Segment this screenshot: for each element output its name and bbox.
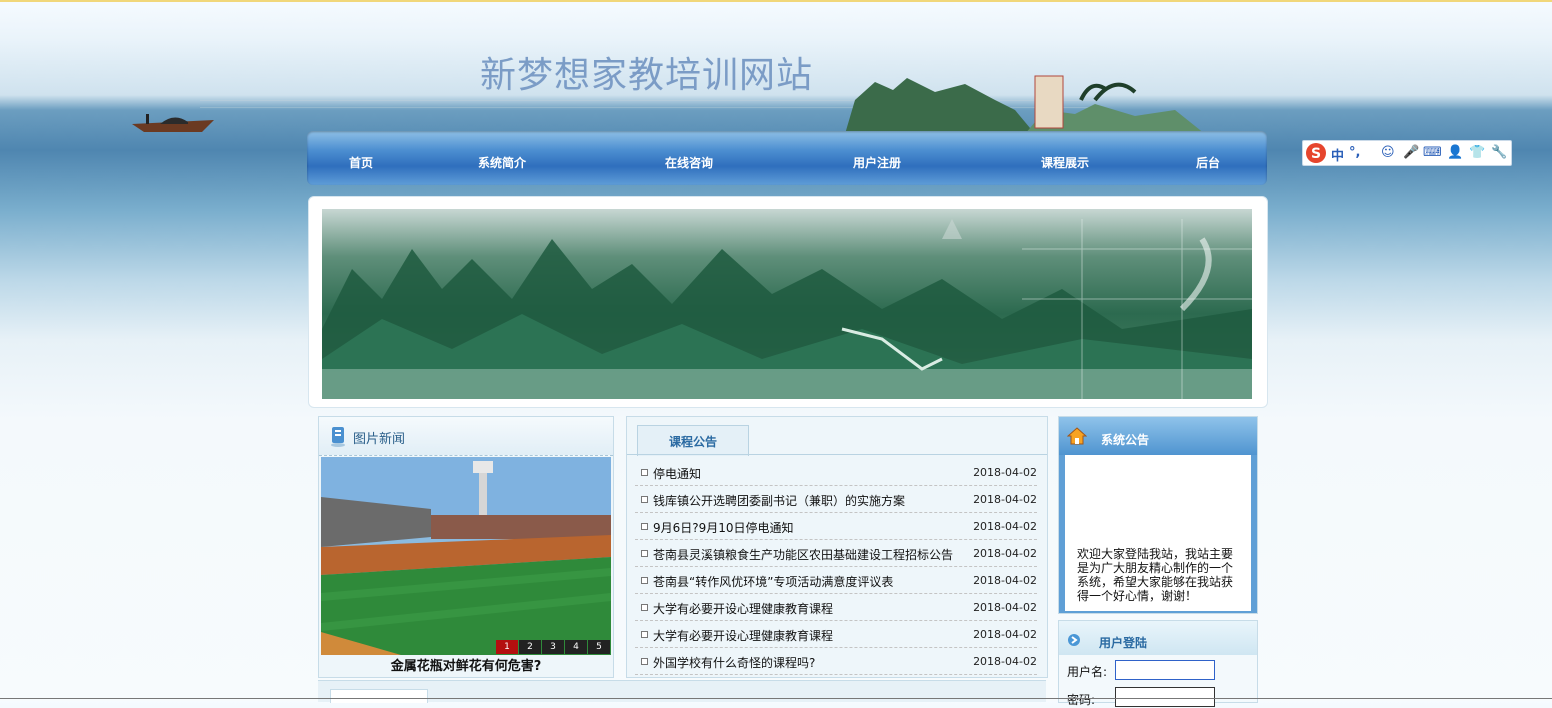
photo-pager-item[interactable]: 5 bbox=[588, 640, 610, 654]
photo-news-header: 图片新闻 bbox=[319, 417, 613, 456]
boat-illustration bbox=[132, 114, 214, 132]
news-date: 2018-04-02 bbox=[973, 655, 1037, 668]
news-title[interactable]: 大学有必要开设心理健康教育课程 bbox=[653, 627, 833, 644]
site-title: 新梦想家教培训网站 bbox=[480, 55, 814, 96]
user-icon[interactable]: 👤 bbox=[1447, 145, 1463, 160]
news-title[interactable]: 钱库镇公开选聘团委副书记（兼职）的实施方案 bbox=[653, 492, 905, 509]
ime-mode[interactable]: 中 bbox=[1331, 145, 1344, 164]
system-notice-header: 系统公告 bbox=[1059, 417, 1257, 455]
password-input[interactable] bbox=[1115, 687, 1215, 707]
news-title[interactable]: 停电通知 bbox=[653, 465, 701, 482]
news-date: 2018-04-02 bbox=[973, 601, 1037, 614]
login-panel: 用户登陆 用户名: 密码: bbox=[1058, 620, 1258, 707]
nav-user-register[interactable]: 用户注册 bbox=[853, 154, 901, 171]
login-title: 用户登陆 bbox=[1099, 636, 1148, 650]
wrench-icon[interactable]: 🔧 bbox=[1491, 145, 1507, 160]
list-item[interactable]: 钱库镇公开选聘团委副书记（兼职）的实施方案 2018-04-02 bbox=[635, 486, 1037, 513]
news-title[interactable]: 苍南县“转作风优环境”专项活动满意度评议表 bbox=[653, 573, 893, 590]
news-title[interactable]: 大学有必要开设心理健康教育课程 bbox=[653, 600, 833, 617]
bottom-divider bbox=[0, 698, 1552, 699]
news-date: 2018-04-02 bbox=[973, 466, 1037, 479]
nav-home[interactable]: 首页 bbox=[349, 154, 373, 171]
system-notice-panel: 系统公告 欢迎大家登陆我站，我站主要是为广大朋友精心制作的一个系统，希望大家能够… bbox=[1058, 416, 1258, 614]
mic-icon[interactable]: 🎤 bbox=[1403, 145, 1419, 160]
photo-pager-item[interactable]: 2 bbox=[519, 640, 541, 654]
svg-text:S: S bbox=[1311, 146, 1321, 162]
news-date: 2018-04-02 bbox=[973, 574, 1037, 587]
tab-course-notice[interactable]: 课程公告 bbox=[637, 425, 749, 456]
news-date: 2018-04-02 bbox=[973, 493, 1037, 506]
bullet-icon bbox=[641, 577, 648, 584]
main-nav: 首页 系统简介 在线咨询 用户注册 课程展示 后台 bbox=[307, 131, 1267, 185]
photo-news-image[interactable]: 1 2 3 4 5 bbox=[321, 457, 611, 655]
photo-news-title: 图片新闻 bbox=[353, 432, 406, 447]
home-icon bbox=[1067, 427, 1087, 445]
login-header: 用户登陆 bbox=[1059, 621, 1257, 655]
photo-caption[interactable]: 金属花瓶对鲜花有何危害? bbox=[319, 655, 613, 674]
news-date: 2018-04-02 bbox=[973, 547, 1037, 560]
photo-pager: 1 2 3 4 5 bbox=[495, 640, 610, 654]
news-icon bbox=[331, 427, 345, 447]
system-notice-body: 欢迎大家登陆我站，我站主要是为广大朋友精心制作的一个系统，希望大家能够在我站获得… bbox=[1065, 455, 1251, 611]
list-item[interactable]: 9月6日?9月10日停电通知 2018-04-02 bbox=[635, 513, 1037, 540]
banner-image bbox=[322, 209, 1252, 399]
username-input[interactable] bbox=[1115, 660, 1215, 680]
list-item[interactable]: 停电通知 2018-04-02 bbox=[635, 459, 1037, 486]
shirt-icon[interactable]: 👕 bbox=[1469, 145, 1485, 160]
list-item[interactable]: 苍南县“转作风优环境”专项活动满意度评议表 2018-04-02 bbox=[635, 567, 1037, 594]
tab-divider bbox=[627, 454, 1047, 455]
ime-toolbar[interactable]: S 中 °, ☺ 🎤 ⌨ 👤 👕 🔧 bbox=[1302, 140, 1512, 166]
username-label: 用户名: bbox=[1067, 665, 1108, 679]
course-notice-list: 停电通知 2018-04-02 钱库镇公开选聘团委副书记（兼职）的实施方案 2018… bbox=[635, 459, 1037, 675]
news-date: 2018-04-02 bbox=[973, 520, 1037, 533]
smiley-icon[interactable]: ☺ bbox=[1381, 145, 1395, 160]
news-title[interactable]: 9月6日?9月10日停电通知 bbox=[653, 519, 794, 536]
list-item[interactable]: 大学有必要开设心理健康教育课程 2018-04-02 bbox=[635, 594, 1037, 621]
nav-admin[interactable]: 后台 bbox=[1196, 154, 1220, 171]
bullet-icon bbox=[641, 604, 648, 611]
system-notice-title: 系统公告 bbox=[1101, 433, 1150, 447]
sogou-logo-icon[interactable]: S bbox=[1305, 142, 1327, 164]
list-item[interactable]: 外国学校有什么奇怪的课程吗? 2018-04-02 bbox=[635, 648, 1037, 675]
arrow-circle-icon bbox=[1068, 634, 1080, 646]
system-notice-text: 欢迎大家登陆我站，我站主要是为广大朋友精心制作的一个系统，希望大家能够在我站获得… bbox=[1077, 547, 1234, 603]
photo-pager-item[interactable]: 4 bbox=[565, 640, 587, 654]
list-item[interactable]: 苍南县灵溪镇粮食生产功能区农田基础建设工程招标公告 2018-04-02 bbox=[635, 540, 1037, 567]
nav-course-display[interactable]: 课程展示 bbox=[1041, 154, 1089, 171]
photo-news-panel: 图片新闻 1 2 3 4 5 金属花瓶对鲜花有何危害? bbox=[318, 416, 614, 678]
nav-online-consult[interactable]: 在线咨询 bbox=[665, 154, 713, 171]
bullet-icon bbox=[641, 469, 648, 476]
news-date: 2018-04-02 bbox=[973, 628, 1037, 641]
islands-scenery bbox=[845, 75, 1205, 134]
ime-punct[interactable]: °, bbox=[1349, 145, 1360, 160]
news-title[interactable]: 外国学校有什么奇怪的课程吗? bbox=[653, 654, 815, 671]
keyboard-icon[interactable]: ⌨ bbox=[1423, 145, 1442, 160]
photo-pager-item[interactable]: 3 bbox=[542, 640, 564, 654]
photo-pager-item[interactable]: 1 bbox=[496, 640, 518, 654]
bullet-icon bbox=[641, 631, 648, 638]
bullet-icon bbox=[641, 658, 648, 665]
list-item[interactable]: 大学有必要开设心理健康教育课程 2018-04-02 bbox=[635, 621, 1037, 648]
bullet-icon bbox=[641, 550, 648, 557]
password-label: 密码: bbox=[1067, 693, 1096, 707]
news-title[interactable]: 苍南县灵溪镇粮食生产功能区农田基础建设工程招标公告 bbox=[653, 546, 953, 563]
bullet-icon bbox=[641, 523, 648, 530]
nav-system-intro[interactable]: 系统简介 bbox=[478, 154, 526, 171]
top-accent-line bbox=[0, 0, 1552, 2]
bullet-icon bbox=[641, 496, 648, 503]
course-notice-panel: 课程公告 停电通知 2018-04-02 钱库镇公开选聘团委副书记（兼职）的实施方… bbox=[626, 416, 1048, 678]
